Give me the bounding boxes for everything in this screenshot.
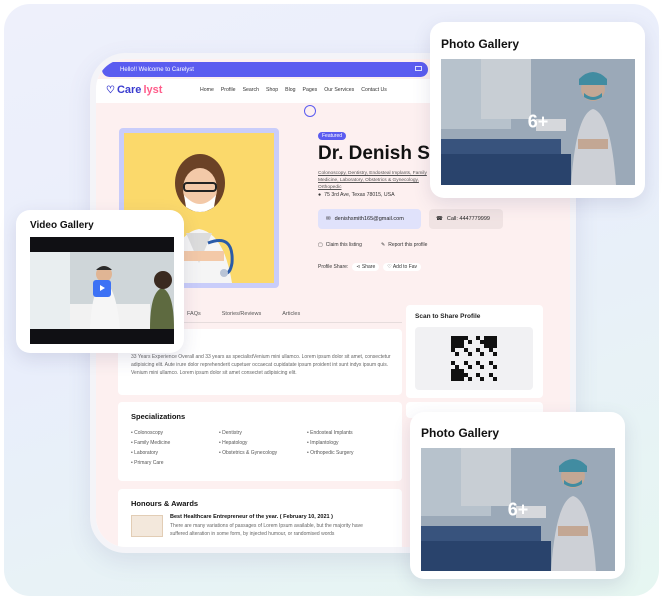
- specialization-item: • Laboratory: [131, 450, 159, 456]
- heart-logo-icon: ♡: [106, 84, 115, 96]
- report-profile-link[interactable]: ✎ Report this profile: [381, 242, 427, 248]
- nav-pages[interactable]: Pages: [303, 87, 318, 93]
- logo[interactable]: ♡ Care lyst: [106, 84, 162, 96]
- share-button[interactable]: ⋖ Share: [352, 263, 380, 271]
- nav-search[interactable]: Search: [243, 87, 259, 93]
- specialization-item: • Colonoscopy: [131, 430, 164, 436]
- envelope-icon: ✉: [326, 216, 331, 222]
- photo-count: 6+: [507, 499, 529, 519]
- add-to-fav-button[interactable]: ♡ Add to Fav: [383, 263, 422, 271]
- specializations-card: Specializations • Colonoscopy • Dentistr…: [118, 402, 402, 481]
- nav-links: Home Profile Search Shop Blog Pages Our …: [200, 87, 387, 93]
- claim-icon: ▢: [318, 242, 323, 248]
- claim-listing-link[interactable]: ▢ Claim this listing: [318, 242, 362, 248]
- featured-badge: Featured: [318, 132, 347, 140]
- specializations-title: Specializations: [131, 412, 186, 421]
- qr-title: Scan to Share Profile: [415, 313, 481, 320]
- mail-icon[interactable]: [415, 66, 422, 71]
- specialization-item: • Dentistry: [219, 430, 242, 436]
- tab-stories-reviews[interactable]: Stories/Reviews: [222, 311, 261, 317]
- doctor-name: Dr. Denish Sm: [318, 143, 447, 164]
- tab-articles[interactable]: Articles: [282, 311, 300, 317]
- qr-code[interactable]: [451, 335, 497, 382]
- video-player[interactable]: [30, 237, 174, 344]
- photo-gallery-title: Photo Gallery: [441, 37, 520, 51]
- award-certificate-image: [131, 515, 163, 537]
- honours-card: Honours & Awards Best Healthcare Entrepr…: [118, 489, 402, 547]
- qr-share-card: Scan to Share Profile: [406, 305, 543, 398]
- video-gallery-card[interactable]: Video Gallery: [16, 210, 184, 353]
- call-button[interactable]: ☎ Call: 4447779999: [429, 209, 503, 229]
- report-text: Report this profile: [388, 242, 428, 248]
- nav-home[interactable]: Home: [200, 87, 214, 93]
- photo-gallery-card[interactable]: Photo Gallery 6+: [430, 22, 645, 198]
- nav-contact-us[interactable]: Contact Us: [361, 87, 387, 93]
- specialization-item: • Hepatology: [219, 440, 248, 446]
- specialization-item: • Obstetrics & Gynecology: [219, 450, 278, 456]
- photo-gallery-card[interactable]: Photo Gallery 6+: [410, 412, 625, 579]
- qr-box: [415, 327, 533, 390]
- share-label: Profile Share:: [318, 264, 349, 270]
- email-text: denishsmith165@gmail.com: [334, 216, 404, 222]
- honours-title: Honours & Awards: [131, 499, 199, 508]
- location-pin-icon: ●: [318, 192, 322, 198]
- video-thumbnail: [30, 252, 174, 329]
- share-text: Share: [361, 264, 376, 270]
- welcome-text: Hello!! Welcome to Carelyst: [120, 66, 194, 73]
- loading-circle-icon: [304, 105, 316, 117]
- play-icon[interactable]: [93, 280, 111, 297]
- specialization-item: • Implantology: [307, 440, 339, 446]
- logo-text-suffix: lyst: [143, 84, 163, 96]
- about-text: 33 Years Experience Overall and 33 years…: [131, 354, 391, 376]
- address: ● 75 3rd Ave, Texas 78015, USA: [318, 192, 395, 198]
- report-icon: ✎: [381, 242, 386, 248]
- video-gallery-title: Video Gallery: [30, 220, 94, 231]
- nav-blog[interactable]: Blog: [285, 87, 295, 93]
- specialties-line[interactable]: Colonoscopy, Dentistry, Endosteal Implan…: [318, 170, 438, 191]
- specialization-item: • Orthopedic Surgery: [307, 450, 354, 456]
- specialization-item: • Primary Care: [131, 460, 164, 466]
- award-text: There are many variations of passages of…: [170, 523, 363, 537]
- phone-icon: ☎: [436, 216, 443, 222]
- email-button[interactable]: ✉ denishsmith165@gmail.com: [318, 209, 421, 229]
- gallery-photo[interactable]: 6+: [421, 448, 615, 571]
- logo-text-prefix: Care: [116, 84, 142, 96]
- nav-our-services[interactable]: Our Services: [324, 87, 354, 93]
- nav-profile[interactable]: Profile: [221, 87, 236, 93]
- nav-shop[interactable]: Shop: [266, 87, 278, 93]
- photo-gallery-title: Photo Gallery: [421, 426, 500, 440]
- specializations-list: • Colonoscopy • Dentistry • Endosteal Im…: [131, 430, 407, 466]
- claim-text: Claim this listing: [325, 242, 362, 248]
- award-title: Best Healthcare Entrepreneur of the year…: [170, 514, 333, 520]
- profile-share-row: Profile Share: ⋖ Share ♡ Add to Fav: [318, 263, 422, 271]
- specialization-item: • Endosteal Implants: [307, 430, 353, 436]
- photo-count: 6+: [527, 111, 549, 132]
- qr-cell: [492, 377, 497, 382]
- add-fav-text: Add to Fav: [392, 264, 418, 270]
- address-text: 75 3rd Ave, Texas 78015, USA: [324, 192, 395, 198]
- call-text: Call: 4447779999: [446, 216, 490, 222]
- gallery-photo[interactable]: 6+: [441, 59, 635, 185]
- specialization-item: • Family Medicine: [131, 440, 171, 446]
- tab-faqs[interactable]: FAQs: [187, 311, 201, 317]
- welcome-bar: Hello!! Welcome to Carelyst: [102, 62, 428, 77]
